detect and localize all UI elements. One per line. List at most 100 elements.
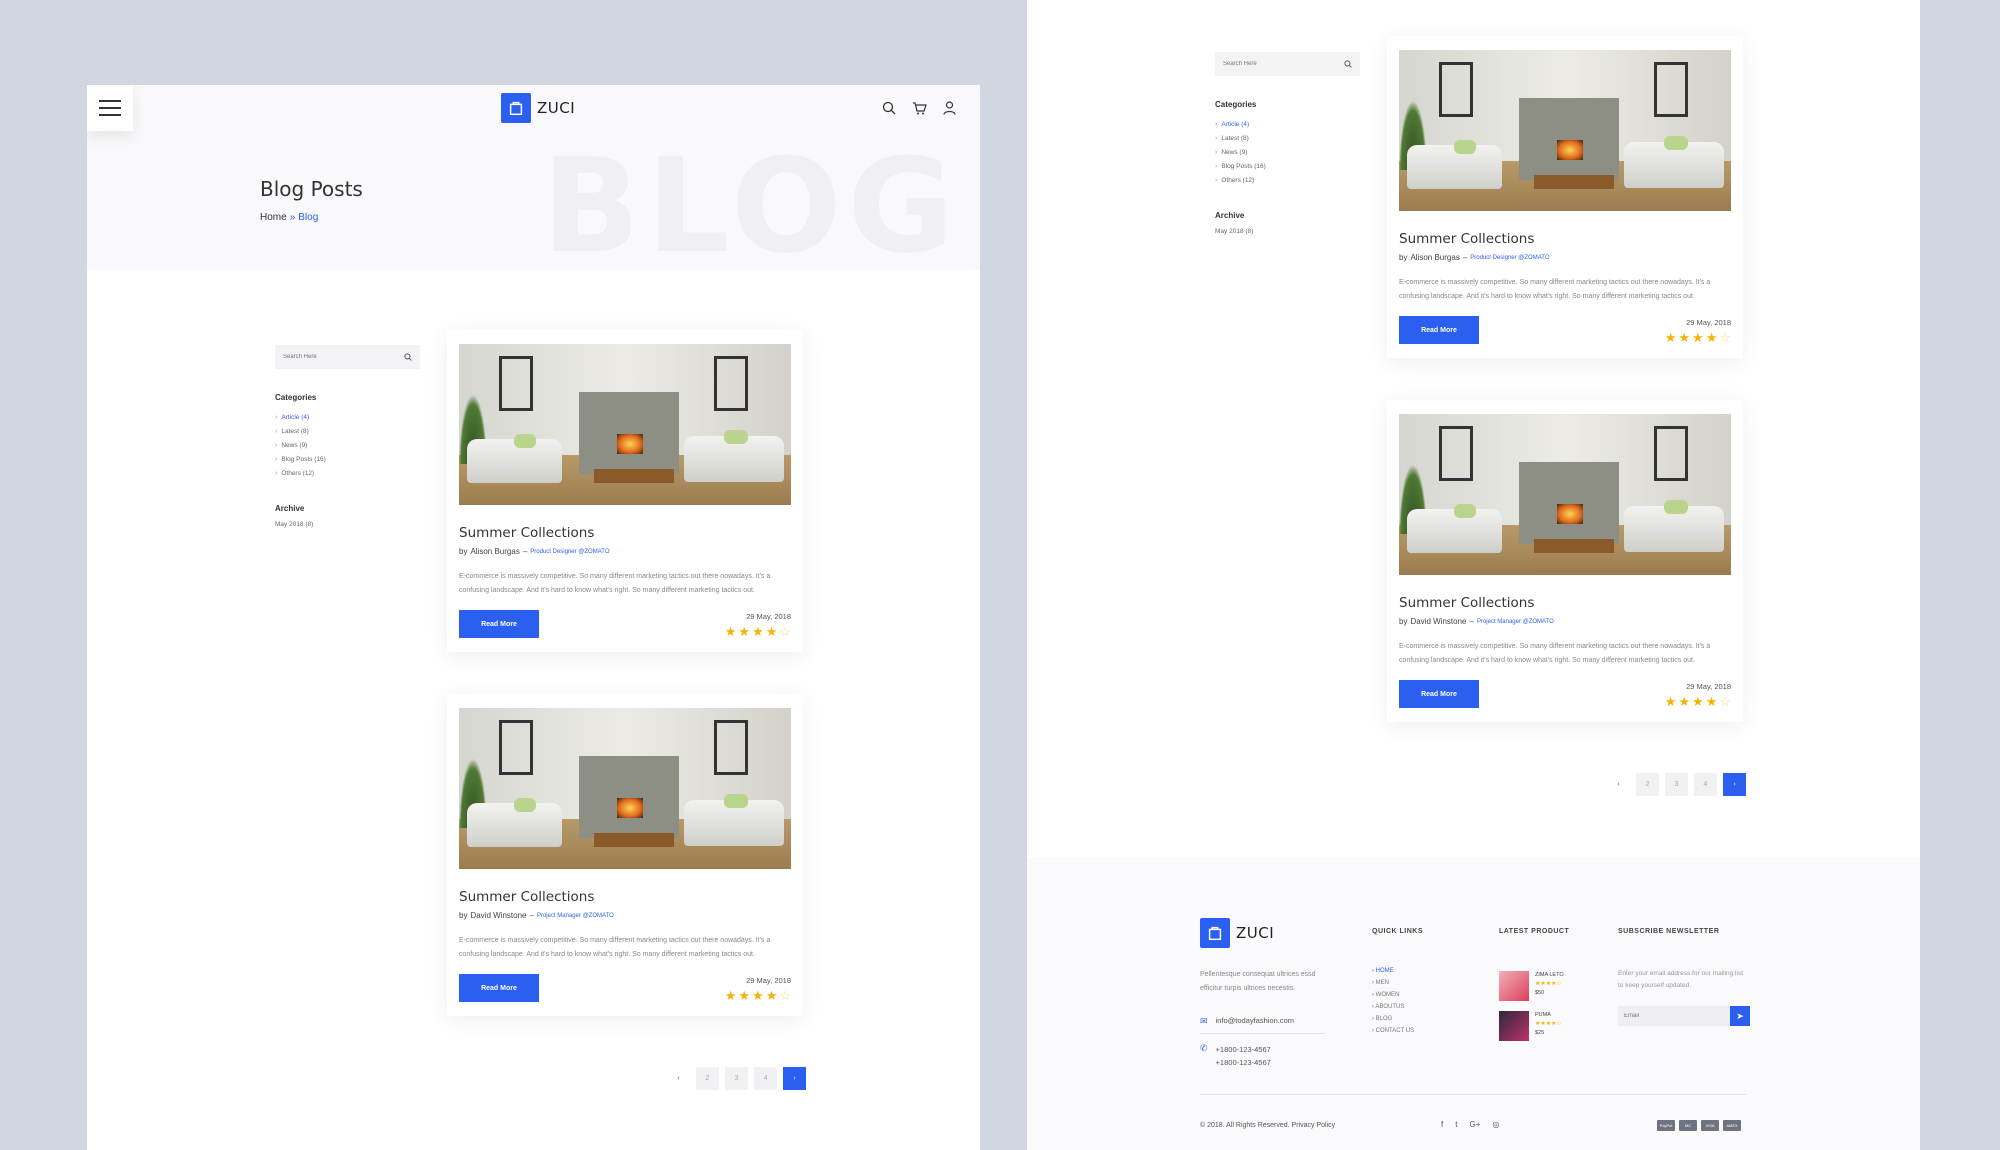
page-button[interactable]: 3 (725, 1067, 748, 1090)
quick-link[interactable]: › HOME (1372, 968, 1414, 980)
archive-item[interactable]: May 2018 (8) (1215, 228, 1360, 235)
post-date: 29 May, 2018 (746, 976, 791, 985)
newsletter-email-input[interactable] (1618, 1006, 1730, 1026)
instagram-icon[interactable]: ◎ (1492, 1120, 1499, 1129)
post-author: David Winstone (470, 911, 527, 920)
category-label: News (9) (1221, 148, 1248, 156)
post-title[interactable]: Summer Collections (459, 525, 791, 541)
blog-post-card: Summer Collections by David Winstone – P… (447, 694, 803, 1016)
breadcrumb-home[interactable]: Home (260, 212, 287, 223)
living-room-photo[interactable] (1399, 414, 1731, 575)
search-input[interactable] (1223, 61, 1333, 67)
prev-page-button[interactable]: ‹ (1607, 773, 1630, 796)
star-filled-icon: ★ (1692, 330, 1704, 345)
category-item[interactable]: › Blog Posts (16) (275, 452, 420, 466)
quick-link[interactable]: › ABOUTUS (1372, 1004, 1414, 1016)
phone-number: +1800-123-4567 (1215, 1045, 1271, 1054)
header-logo[interactable]: ZUCI (501, 93, 575, 123)
living-room-photo[interactable] (1399, 50, 1731, 211)
latest-product-item[interactable]: PUMA ★★★★☆ $25 (1499, 1011, 1562, 1041)
category-item[interactable]: › Latest (8) (275, 424, 420, 438)
star-filled-icon: ★ (1692, 694, 1704, 709)
meta-dash: – (1469, 617, 1474, 626)
quick-link[interactable]: › MEN (1372, 980, 1414, 992)
twitter-icon[interactable]: t (1455, 1120, 1457, 1129)
star-filled-icon: ★ (765, 988, 778, 1003)
prev-page-button[interactable]: ‹ (667, 1067, 690, 1090)
category-item[interactable]: › Article (4) (1215, 117, 1360, 131)
post-title[interactable]: Summer Collections (1399, 595, 1731, 611)
next-page-button[interactable]: › (1723, 773, 1746, 796)
search-icon[interactable] (1344, 60, 1352, 68)
user-icon[interactable] (940, 99, 958, 117)
category-item[interactable]: › News (9) (275, 438, 420, 452)
category-item[interactable]: › Article (4) (275, 410, 420, 424)
cart-icon[interactable] (910, 99, 928, 117)
chevron-right-icon: › (1215, 134, 1218, 142)
read-more-button[interactable]: Read More (1399, 680, 1479, 708)
author-role: Product Designer @ZOMATO (530, 548, 610, 555)
quick-link[interactable]: › WOMEN (1372, 992, 1414, 1004)
living-room-photo[interactable] (459, 708, 791, 869)
category-item[interactable]: › Blog Posts (16) (1215, 159, 1360, 173)
subscribe-form: ➤ (1618, 1006, 1750, 1026)
search-input[interactable] (283, 354, 393, 360)
amex-icon: AMEX (1723, 1120, 1741, 1131)
post-title[interactable]: Summer Collections (459, 889, 791, 905)
footer-logo[interactable]: ZUCI (1200, 918, 1274, 948)
chevron-right-icon: › (275, 413, 278, 421)
sidebar-search (275, 345, 420, 369)
next-page-button[interactable]: › (783, 1067, 806, 1090)
by-label: by (1399, 253, 1408, 262)
post-meta: by David Winstone – Project Manager @ZOM… (1399, 617, 1731, 626)
page-button[interactable]: 4 (1694, 773, 1717, 796)
category-item[interactable]: › News (9) (1215, 145, 1360, 159)
footer-divider (1200, 1033, 1325, 1034)
blog-sidebar: Categories ›Article (4) ›Latest (8) ›New… (275, 345, 420, 528)
archive-item[interactable]: May 2018 (8) (275, 521, 420, 528)
read-more-button[interactable]: Read More (459, 974, 539, 1002)
star-empty-icon: ☆ (779, 988, 791, 1003)
right-blog-screen: Categories ›Article (4) ›Latest (8) ›New… (1027, 0, 1920, 1150)
category-label: Blog Posts (16) (1221, 162, 1266, 170)
blog-post-card: Summer Collections by David Winstone – P… (1387, 400, 1743, 722)
read-more-button[interactable]: Read More (459, 610, 539, 638)
brand-name: ZUCI (537, 99, 576, 117)
page-button[interactable]: 2 (696, 1067, 719, 1090)
star-rating: ★ ★ ★ ★ ☆ (1665, 331, 1731, 344)
post-title[interactable]: Summer Collections (1399, 231, 1731, 247)
quick-link[interactable]: › CONTACT US (1372, 1028, 1414, 1040)
read-more-button[interactable]: Read More (1399, 316, 1479, 344)
send-button[interactable]: ➤ (1730, 1006, 1750, 1026)
search-icon[interactable] (404, 353, 412, 361)
page-button[interactable]: 2 (1636, 773, 1659, 796)
meta-dash: – (529, 911, 534, 920)
page-button[interactable]: 4 (754, 1067, 777, 1090)
latest-product-item[interactable]: ZIMA LETO ★★★★☆ $50 (1499, 971, 1564, 1001)
quick-link[interactable]: › BLOG (1372, 1016, 1414, 1028)
by-label: by (459, 911, 468, 920)
living-room-photo[interactable] (459, 344, 791, 505)
search-icon[interactable] (880, 99, 898, 117)
payment-methods: PayPal MC VISA AMEX (1657, 1120, 1741, 1131)
email-link[interactable]: info@todayfashion.com (1216, 1016, 1295, 1027)
star-filled-icon: ★ (738, 624, 751, 639)
breadcrumb-separator-icon: » (289, 212, 296, 223)
blog-sidebar: Categories ›Article (4) ›Latest (8) ›New… (1215, 52, 1360, 235)
category-item[interactable]: › Latest (8) (1215, 131, 1360, 145)
category-item[interactable]: › Others (12) (275, 466, 420, 480)
page-button[interactable]: 3 (1665, 773, 1688, 796)
product-thumbnail (1499, 1011, 1529, 1041)
subscribe-description: Enter your email address for our mailing… (1618, 970, 1743, 989)
category-item[interactable]: › Others (12) (1215, 173, 1360, 187)
facebook-icon[interactable]: f (1441, 1120, 1443, 1129)
mastercard-icon: MC (1679, 1120, 1697, 1131)
author-role: Product Designer @ZOMATO (1470, 254, 1550, 261)
product-stars: ★★★★☆ (1535, 981, 1562, 987)
post-date: 29 May, 2018 (746, 612, 791, 621)
menu-button[interactable] (87, 85, 133, 131)
phone-icon: ✆ (1200, 1043, 1208, 1053)
menu-icon-bar (99, 114, 121, 116)
quick-links-heading: QUICK LINKS (1372, 928, 1423, 935)
google-plus-icon[interactable]: G+ (1469, 1120, 1480, 1129)
